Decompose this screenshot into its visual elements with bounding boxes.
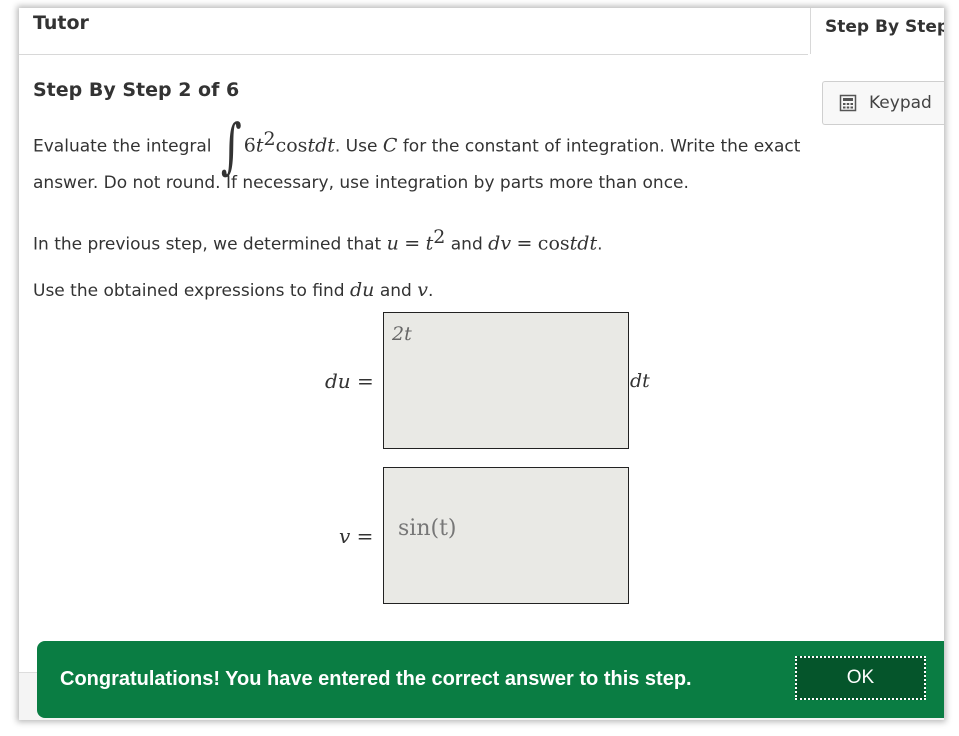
math-equals: = (404, 232, 421, 255)
tab-step-by-step-label: Step By Step (825, 17, 944, 37)
problem-statement-line-1: Evaluate the integral ∫ 6t2costdt. Use C … (33, 117, 801, 177)
du-equation-label: du = (325, 369, 374, 393)
math-v: v (417, 279, 428, 301)
integral-coefficient: 6 (243, 134, 256, 157)
tab-step-by-step[interactable]: Step By Step (810, 8, 944, 54)
v-equation-label: v = (339, 524, 373, 548)
integral-function: cos (275, 134, 308, 157)
instruction-label: and (379, 281, 412, 301)
instruction-text: Use the obtained expressions to find du … (33, 279, 433, 301)
tutor-window: Tutor Step By Step Keypad Step By Step 2… (19, 8, 944, 720)
note-text: In the previous step, we determined that (33, 234, 382, 255)
success-toast: Congratulations! You have entered the co… (37, 641, 944, 718)
prompt-text: for the constant of integration. Write t… (402, 136, 801, 157)
keypad-button[interactable]: Keypad (822, 81, 944, 125)
du-answer-value: 2t (392, 323, 412, 345)
instruction-label: Use the obtained expressions to find (33, 281, 345, 301)
constant-symbol: C (382, 134, 398, 157)
math-cos: cos (537, 232, 570, 255)
math-exponent: 2 (433, 226, 446, 248)
note-text: . (597, 234, 603, 255)
math-u: u (386, 232, 399, 255)
math-equals: = (516, 232, 533, 255)
integral-sign-icon: ∫ (220, 112, 242, 182)
v-symbol: v (339, 524, 351, 548)
tutor-title: Tutor (33, 12, 89, 34)
integral-exponent: 2 (263, 128, 276, 150)
du-answer-field[interactable]: 2t (383, 312, 629, 449)
math-tdt: tdt (569, 232, 598, 255)
tutor-header: Tutor (19, 8, 808, 55)
v-answer-field[interactable]: sin(t) (383, 467, 629, 604)
prompt-text: Evaluate the integral (33, 136, 212, 157)
integral-tail: tdt (307, 134, 335, 157)
v-answer-value: sin(t) (398, 516, 457, 541)
calculator-icon (839, 94, 857, 112)
math-du: du (350, 279, 375, 301)
keypad-label: Keypad (869, 93, 932, 113)
previous-step-note: In the previous step, we determined that… (33, 226, 602, 255)
instruction-label: . (427, 281, 434, 301)
ok-button[interactable]: OK (795, 656, 926, 700)
step-title: Step By Step 2 of 6 (33, 79, 240, 101)
problem-statement-line-2: answer. Do not round. If necessary, use … (33, 173, 689, 193)
du-equals: = (357, 369, 374, 393)
du-symbol: du (325, 369, 351, 393)
note-text: and (450, 234, 483, 255)
prompt-text: . Use (334, 136, 378, 157)
toast-message: Congratulations! You have entered the co… (60, 668, 692, 690)
math-dv: dv (488, 232, 512, 255)
integral-variable: t (255, 134, 264, 157)
v-equals: = (356, 524, 374, 548)
du-suffix: dt (630, 370, 650, 392)
